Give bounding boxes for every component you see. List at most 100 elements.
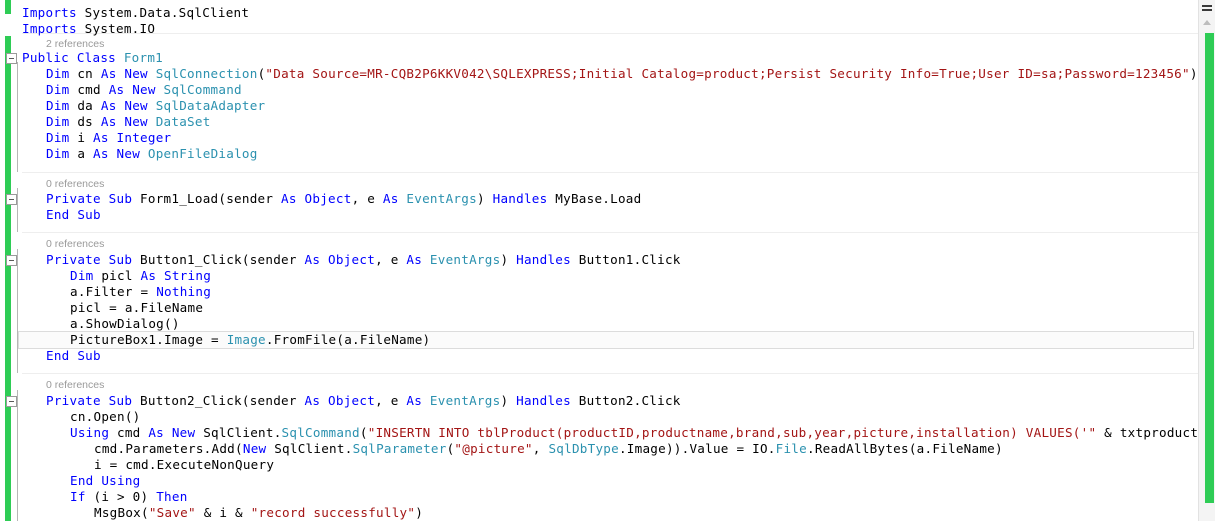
code-token-typ: EventArgs [406,191,477,206]
code-token-kw: As New [93,146,141,161]
code-token-pln: Button1_Click(sender [132,252,305,267]
codelens-separator [22,232,1198,233]
code-line[interactable]: Dim picl As String [70,268,211,284]
code-token-kw: As [406,252,423,267]
code-line[interactable]: Imports System.Data.SqlClient [22,5,249,21]
code-token-kw: If [70,489,86,504]
code-token-typ: OpenFileDialog [147,146,258,161]
code-token-typ: SqlDbType [548,441,619,456]
code-token-kw: Dim [46,66,70,81]
code-token-pln: SqlClient. [266,441,353,456]
code-token-kw: New [242,441,267,456]
code-token-kw: Public Class [22,50,124,65]
code-line[interactable]: If (i > 0) Then [70,489,188,505]
code-line[interactable]: Using cmd As New SqlClient.SqlCommand("I… [70,425,1215,441]
code-token-pln: , e [375,252,407,267]
code-token-kw: As New [148,425,196,440]
code-token-pln: Button2.Click [570,393,681,408]
code-line[interactable]: picl = a.FileName [70,300,203,316]
code-token-pln: picl [93,268,141,283]
code-token-pln: ds [69,114,101,129]
code-token-pln [148,98,156,113]
code-token-typ: File [775,441,807,456]
code-line[interactable]: Dim i As Integer [46,130,171,146]
scroll-up-caret-icon[interactable] [1203,20,1211,25]
code-token-kw: Handles [492,191,548,206]
code-token-pln: cmd.Parameters.Add( [94,441,243,456]
code-line[interactable]: End Using [70,473,141,489]
codelens-references-link[interactable]: 0 references [46,379,104,392]
code-line[interactable]: i = cmd.ExecuteNonQuery [94,457,274,473]
code-token-pln: MyBase.Load [547,191,642,206]
code-token-pln: a.ShowDialog() [70,316,180,331]
code-token-pln: Button2_Click(sender [132,393,305,408]
code-line[interactable]: cn.Open() [70,409,141,425]
code-surface[interactable]: 2 references 0 references 0 references 0 re… [0,0,1215,521]
code-token-typ: SqlCommand [163,82,242,97]
code-token-pln: PictureBox1.Image = [70,332,227,347]
code-token-kw: Handles [516,393,571,408]
code-token-kw: As New [100,66,148,81]
code-token-pln: , e [351,191,383,206]
code-token-pln: Button1.Click [570,252,681,267]
code-token-pln: cn [69,66,101,81]
code-token-pln: ) [415,505,424,520]
code-token-kw: Dim [70,268,94,283]
code-token-pln: ) [500,393,517,408]
code-token-pln [140,146,148,161]
code-line[interactable]: Dim cmd As New SqlCommand [46,82,242,98]
code-line[interactable]: End Sub [46,348,101,364]
code-token-typ: Form1 [123,50,164,65]
code-token-pln [422,393,430,408]
code-line[interactable]: Private Sub Form1_Load(sender As Object,… [46,191,641,207]
code-line[interactable]: MsgBox("Save" & i & "record successfully… [94,505,423,521]
code-line[interactable]: Dim ds As New DataSet [46,114,211,130]
code-token-kw: As New [108,82,156,97]
code-token-pln: .FromFile(a.FileName) [265,332,431,347]
codelens-references-link[interactable]: 0 references [46,238,104,251]
code-line[interactable]: cmd.Parameters.Add(New SqlClient.SqlPara… [94,441,1003,457]
code-token-kw: As Object [304,393,376,408]
code-token-kw: Imports [22,5,77,20]
code-token-pln [148,66,156,81]
codelens-references-link[interactable]: 0 references [46,178,104,191]
code-line[interactable]: a.Filter = Nothing [70,284,211,300]
code-line[interactable]: End Sub [46,207,101,223]
code-token-pln [156,82,164,97]
code-token-kw: End Sub [46,348,101,363]
code-token-typ: SqlConnection [155,66,258,81]
code-line[interactable]: Dim a As New OpenFileDialog [46,146,258,162]
code-token-str: "record successfully" [250,505,416,520]
code-token-typ: DataSet [155,114,211,129]
code-token-kw: End Using [70,473,141,488]
code-token-pln: a [69,146,94,161]
code-line[interactable]: Private Sub Button1_Click(sender As Obje… [46,252,681,268]
code-token-kw: Using [70,425,110,440]
code-line[interactable]: PictureBox1.Image = Image.FromFile(a.Fil… [70,332,430,348]
code-token-typ: SqlCommand [281,425,360,440]
code-token-kw: Nothing [156,284,212,299]
code-token-kw: As Object [281,191,352,206]
codelens-separator [22,373,1198,374]
code-token-kw: As [382,191,399,206]
code-line[interactable]: Imports System.IO [22,21,155,37]
code-line[interactable]: Private Sub Button2_Click(sender As Obje… [46,393,681,409]
code-token-str: "Data Source=MR-CQB2P6KKV042\SQLEXPRESS;… [265,66,1190,81]
code-line[interactable]: Public Class Form1 [22,50,163,66]
vertical-scrollbar[interactable] [1198,0,1215,521]
code-token-kw: Imports [22,21,77,36]
code-token-kw: As New [100,98,148,113]
scroll-options-icon[interactable] [1202,5,1212,14]
code-token-pln: a.Filter = [70,284,157,299]
code-line[interactable]: a.ShowDialog() [70,316,180,332]
code-token-kw: As New [100,114,148,129]
code-token-kw: As Integer [93,130,172,145]
code-line[interactable]: Dim cn As New SqlConnection("Data Source… [46,66,1198,82]
code-token-pln: Form1_Load(sender [132,191,282,206]
code-token-pln: & i & [195,505,251,520]
code-token-pln: .Image)).Value = IO. [618,441,776,456]
scroll-annotation-green[interactable] [1205,33,1214,503]
code-editor[interactable]: 2 references 0 references 0 references 0 re… [0,0,1215,521]
code-token-kw: Dim [46,146,70,161]
code-line[interactable]: Dim da As New SqlDataAdapter [46,98,265,114]
